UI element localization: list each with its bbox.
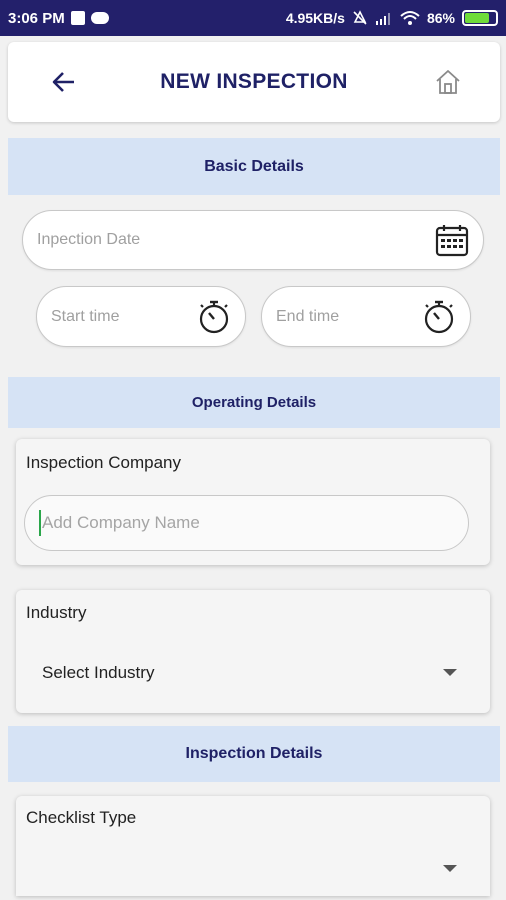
battery-percent: 86% — [426, 10, 455, 26]
calendar-icon[interactable] — [435, 223, 469, 257]
company-name-placeholder: Add Company Name — [42, 513, 200, 532]
signal-icon — [375, 13, 390, 25]
start-time-field[interactable]: Start time — [36, 286, 246, 347]
inspection-date-placeholder: Inpection Date — [37, 231, 141, 248]
end-time-field[interactable]: End time — [261, 286, 471, 347]
back-arrow-icon[interactable] — [50, 68, 78, 96]
industry-select[interactable]: Select Industry — [42, 663, 154, 683]
checklist-type-card: Checklist Type — [16, 796, 490, 896]
section-title-operating: Operating Details — [191, 394, 317, 411]
inspection-company-card: Inspection Company Add Company Name — [16, 439, 490, 565]
chevron-down-icon[interactable] — [443, 865, 457, 872]
battery-icon — [462, 10, 498, 26]
company-name-input[interactable]: Add Company Name — [24, 495, 469, 551]
stopwatch-icon[interactable] — [422, 299, 456, 335]
status-bar: 3:06 PM 4.95KB/s 86% — [0, 0, 506, 36]
text-cursor — [39, 510, 41, 536]
industry-label: Industry — [26, 603, 87, 622]
cloud-notification-icon — [90, 12, 109, 24]
start-time-placeholder: Start time — [51, 307, 120, 325]
section-operating-details: Operating Details — [8, 377, 500, 428]
home-icon[interactable] — [434, 68, 462, 96]
page-title: NEW INSPECTION — [160, 70, 348, 93]
section-title-inspection: Inspection Details — [185, 745, 323, 762]
inspection-date-field[interactable]: Inpection Date — [22, 210, 484, 270]
checklist-type-label: Checklist Type — [26, 808, 137, 827]
industry-card: Industry Select Industry — [16, 590, 490, 713]
stopwatch-icon[interactable] — [197, 299, 231, 335]
upload-notification-icon — [70, 11, 85, 25]
mute-alarm-icon — [353, 10, 367, 25]
inspection-company-label: Inspection Company — [26, 453, 181, 472]
section-inspection-details: Inspection Details — [8, 726, 500, 782]
app-header: NEW INSPECTION — [8, 42, 500, 122]
end-time-placeholder: End time — [276, 307, 340, 325]
section-basic-details: Basic Details — [8, 138, 500, 195]
status-time: 3:06 PM — [8, 9, 65, 27]
wifi-icon — [400, 11, 420, 25]
section-title-basic: Basic Details — [204, 157, 304, 175]
chevron-down-icon[interactable] — [443, 669, 457, 676]
network-speed: 4.95KB/s — [285, 10, 345, 26]
